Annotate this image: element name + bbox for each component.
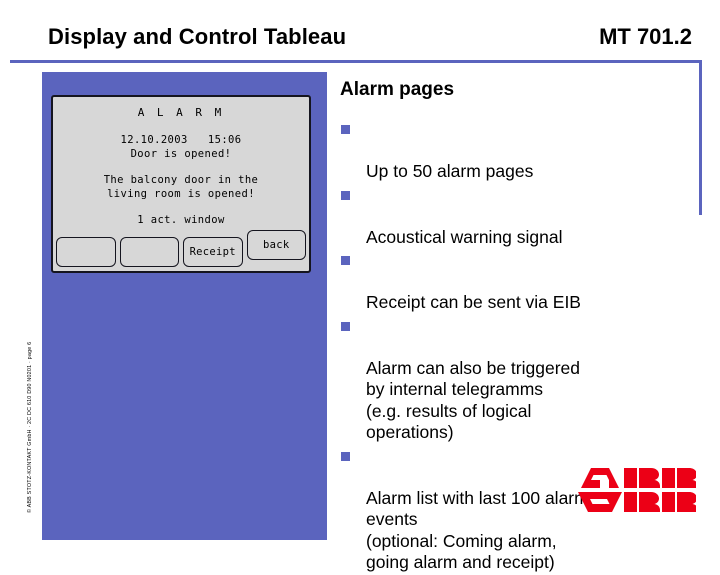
square-bullet-icon [341, 256, 350, 265]
lcd-long-message-line-1: The balcony door in the [103, 174, 259, 186]
list-item: Alarm can also be triggered by internal … [340, 315, 706, 444]
list-item: Up to 50 alarm pages [340, 118, 706, 183]
lcd-button-row: Receipt back [56, 230, 306, 267]
page-title: Display and Control Tableau [48, 24, 347, 49]
square-bullet-icon [341, 125, 350, 134]
lcd-short-message: Door is opened! [130, 148, 232, 160]
alarm-lcd-display: A L A R M 12.10.2003 15:06 Door is opene… [51, 95, 311, 273]
lcd-datetime: 12.10.2003 15:06 [120, 134, 242, 146]
abb-logo [578, 468, 696, 512]
lcd-receipt-button[interactable]: Receipt [183, 237, 243, 267]
lcd-active-window-count: 1 act. window [137, 214, 225, 226]
lcd-alarm-title: A L A R M [137, 106, 225, 119]
list-item-label: Up to 50 alarm pages [366, 161, 534, 181]
top-divider-rule [10, 60, 702, 63]
lcd-back-button[interactable]: back [246, 230, 306, 260]
content-heading: Alarm pages [340, 79, 455, 100]
lcd-softkey-2[interactable] [119, 237, 179, 267]
square-bullet-icon [341, 451, 350, 461]
lcd-softkey-1[interactable] [56, 237, 116, 267]
product-code: MT 701.2 [599, 24, 692, 49]
list-item-label: Receipt can be sent via EIB [366, 292, 581, 312]
copyright-notice: © ABB STOTZ-KONTAKT GmbH · 2C DC 610 D90… [27, 341, 33, 513]
square-bullet-icon [341, 321, 350, 331]
lcd-long-message-line-2: living room is opened! [107, 188, 255, 200]
list-item: Receipt can be sent via EIB [340, 249, 706, 314]
slide-root: Display and Control Tableau MT 701.2 A L… [0, 0, 720, 572]
list-item: Acoustical warning signal [340, 184, 706, 249]
square-bullet-icon [341, 190, 350, 200]
list-item-label: Alarm can also be triggered by internal … [366, 357, 580, 443]
list-item-label: Acoustical warning signal [366, 226, 563, 247]
list-item-label: Alarm list with last 100 alarm events (o… [366, 487, 589, 573]
